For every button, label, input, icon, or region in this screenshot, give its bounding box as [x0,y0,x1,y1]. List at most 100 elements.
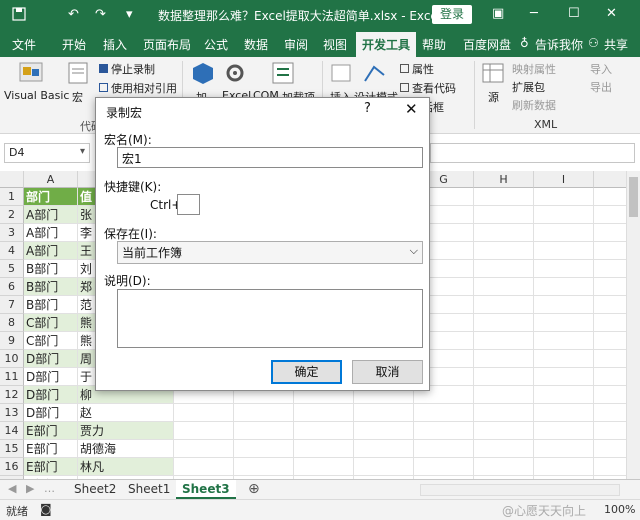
row-header[interactable]: 13 [0,404,24,422]
row-header[interactable]: 8 [0,314,24,332]
scroll-thumb[interactable] [629,177,638,217]
cell-empty[interactable] [534,332,594,350]
horizontal-scrollbar[interactable] [420,484,620,496]
cell-empty[interactable] [474,368,534,386]
cell-empty[interactable] [294,440,354,458]
xml-source-button[interactable]: 源 [488,89,499,105]
cell-empty[interactable] [474,188,534,206]
customize-qat-icon[interactable]: ▾ [126,7,133,22]
cell-empty[interactable] [594,260,626,278]
column-header-i[interactable]: I [534,171,594,188]
visual-basic-button[interactable]: Visual Basic [4,89,69,102]
share-button[interactable]: 共享 [604,36,628,53]
cell-empty[interactable] [414,440,474,458]
cell-empty[interactable] [594,386,626,404]
cell-value[interactable]: 赵 [78,404,174,422]
tab-formulas[interactable]: 公式 [204,36,228,53]
cell-empty[interactable] [174,440,234,458]
cell-empty[interactable] [414,404,474,422]
tab-help[interactable]: 帮助 [422,36,446,53]
cell-department[interactable]: A部门 [24,224,78,242]
refresh-data-button[interactable]: 刷新数据 [512,97,556,113]
sheet-tab-sheet2[interactable]: Sheet2 [68,480,122,499]
row-header[interactable]: 15 [0,440,24,458]
cell-empty[interactable] [594,368,626,386]
tab-developer[interactable]: 开发工具 [356,32,417,57]
cell-empty[interactable] [474,242,534,260]
sheet-tab-sheet1[interactable]: Sheet1 [122,480,176,499]
tab-home[interactable]: 开始 [62,36,86,53]
cell-empty[interactable] [354,458,414,476]
ribbon-display-icon[interactable]: ▣ [492,6,504,21]
cell-empty[interactable] [594,458,626,476]
vertical-scrollbar[interactable] [626,171,640,479]
cell-empty[interactable] [474,332,534,350]
cell-empty[interactable] [534,188,594,206]
cell-department[interactable]: 部门 [24,188,78,206]
cell-empty[interactable] [474,440,534,458]
cell-department[interactable]: B部门 [24,278,78,296]
macro-button[interactable]: 宏 [72,89,83,105]
maximize-icon[interactable]: ☐ [568,6,580,21]
formula-input[interactable] [430,143,635,163]
cell-department[interactable]: B部门 [24,296,78,314]
redo-icon[interactable]: ↷ [95,7,106,22]
cell-empty[interactable] [534,242,594,260]
row-header[interactable]: 9 [0,332,24,350]
row-header[interactable]: 7 [0,296,24,314]
import-button[interactable]: 导入 [590,61,612,77]
cell-empty[interactable] [474,458,534,476]
sheet-tab-sheet3[interactable]: Sheet3 [176,480,236,499]
column-header-h[interactable]: H [474,171,534,188]
cell-empty[interactable] [474,260,534,278]
select-all-corner[interactable] [0,171,24,188]
column-header-blank[interactable] [594,171,626,188]
cell-empty[interactable] [474,278,534,296]
cell-empty[interactable] [594,350,626,368]
cell-empty[interactable] [534,422,594,440]
name-box-dropdown-icon[interactable]: ▾ [80,146,85,157]
row-header[interactable]: 6 [0,278,24,296]
stop-record-button[interactable]: 停止录制 [99,61,155,77]
cell-empty[interactable] [294,422,354,440]
expansion-pack-button[interactable]: 扩展包 [512,79,545,95]
save-icon[interactable] [12,7,26,25]
row-header[interactable]: 3 [0,224,24,242]
zoom-level[interactable]: 100% [604,503,635,516]
cell-department[interactable]: D部门 [24,350,78,368]
cell-value[interactable]: 贾力 [78,422,174,440]
row-header[interactable]: 1 [0,188,24,206]
cell-empty[interactable] [234,440,294,458]
cancel-button[interactable]: 取消 [352,360,423,384]
cell-empty[interactable] [594,440,626,458]
map-properties-button[interactable]: 映射属性 [512,61,556,77]
cell-empty[interactable] [594,332,626,350]
cell-empty[interactable] [534,278,594,296]
column-header-a[interactable]: A [24,171,78,188]
name-box[interactable]: D4 [4,143,90,163]
cell-department[interactable]: E部门 [24,440,78,458]
cell-empty[interactable] [594,242,626,260]
cell-empty[interactable] [534,386,594,404]
cell-empty[interactable] [414,458,474,476]
cell-empty[interactable] [234,422,294,440]
cell-department[interactable]: A部门 [24,206,78,224]
cell-empty[interactable] [534,206,594,224]
cell-empty[interactable] [474,314,534,332]
relative-reference-button[interactable]: 使用相对引用 [99,80,177,96]
macro-record-icon[interactable]: ◙ [40,502,52,516]
row-header[interactable]: 16 [0,458,24,476]
description-textarea[interactable] [117,289,423,348]
prev-sheet-icon[interactable]: ◀ [8,482,16,495]
cell-department[interactable]: E部门 [24,458,78,476]
cell-empty[interactable] [234,404,294,422]
add-sheet-icon[interactable]: ⊕ [248,481,260,497]
tab-file[interactable]: 文件 [12,36,36,53]
cell-empty[interactable] [534,440,594,458]
ok-button[interactable]: 确定 [271,360,342,384]
cell-empty[interactable] [474,422,534,440]
cell-empty[interactable] [594,278,626,296]
view-code-button[interactable]: 查看代码 [400,80,456,96]
shortcut-key-input[interactable] [177,194,200,215]
help-button[interactable]: ? [364,101,371,116]
